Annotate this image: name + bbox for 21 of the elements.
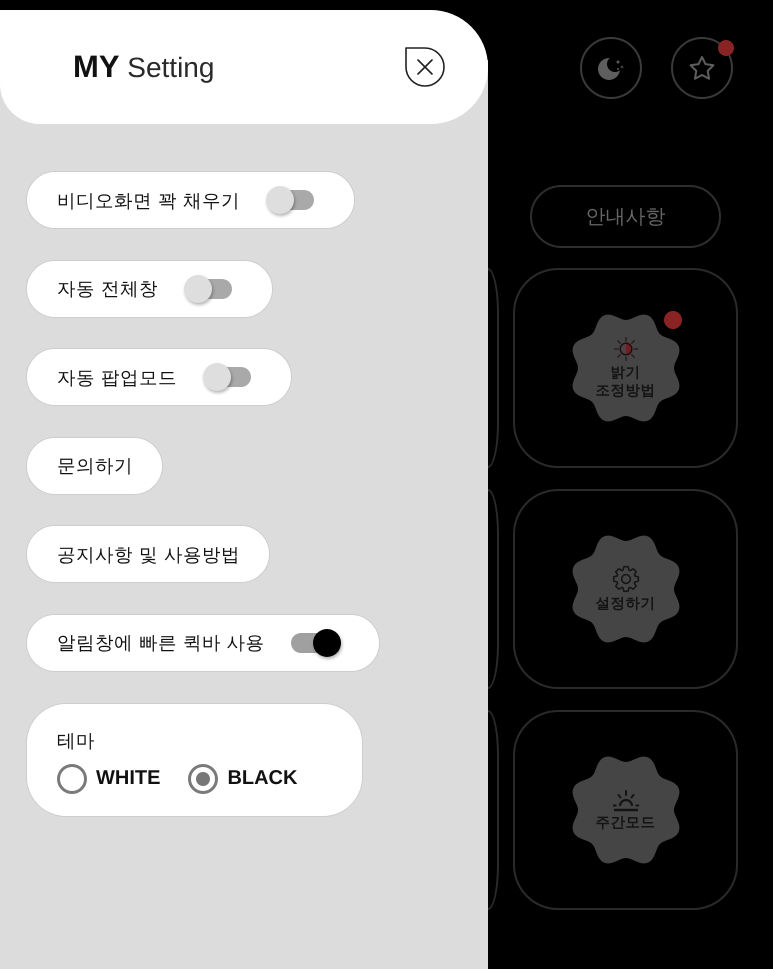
toggle-switch[interactable]: [184, 274, 234, 303]
setting-label: 자동 팝업모드: [57, 366, 177, 390]
radio-option[interactable]: BLACK: [188, 764, 298, 794]
star-button[interactable]: [671, 37, 733, 99]
radio-option[interactable]: WHITE: [57, 764, 160, 794]
close-button[interactable]: [404, 46, 446, 88]
setting-button[interactable]: 문의하기: [26, 436, 163, 495]
setting-label: 자동 전체창: [57, 278, 158, 302]
toggle-switch[interactable]: [290, 628, 341, 657]
panel-title: MY Setting: [73, 49, 214, 85]
setting-label: 알림창에 빠른 퀵바 사용: [57, 632, 265, 656]
close-icon: [404, 46, 446, 88]
moon-button[interactable]: [580, 37, 642, 99]
theme-label: 테마: [57, 730, 95, 753]
half-sun-icon: [612, 336, 638, 362]
toggle-switch[interactable]: [202, 363, 253, 392]
settings-icon: [612, 564, 640, 593]
setting-button[interactable]: 공지사항 및 사용방법: [26, 525, 270, 584]
setting-label: 비디오화면 꽉 채우기: [57, 190, 240, 212]
toggle-switch[interactable]: [266, 186, 316, 214]
notice-button[interactable]: 안내사항: [530, 185, 721, 248]
